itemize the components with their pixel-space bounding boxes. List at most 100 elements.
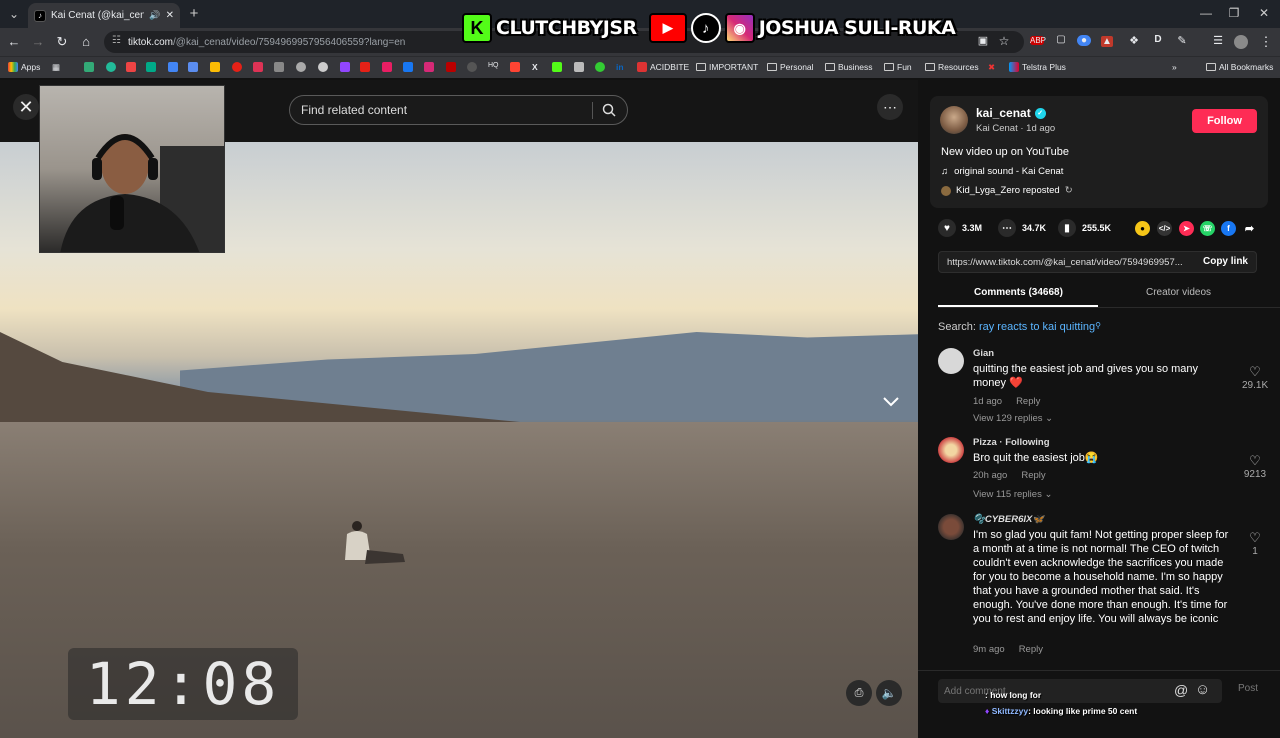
bookmark-icon[interactable]	[595, 62, 605, 72]
share-link-text[interactable]: https://www.tiktok.com/@kai_cenat/video/…	[947, 257, 1183, 268]
bookmark-icon[interactable]	[84, 62, 94, 72]
comment-like[interactable]: ♡ 1	[1242, 530, 1268, 557]
volume-button[interactable]: 🔈	[876, 680, 902, 706]
facebook-share-icon[interactable]: f	[1221, 221, 1236, 236]
close-video-button[interactable]: ✕	[13, 94, 39, 120]
share-coin-icon[interactable]: ●	[1135, 221, 1150, 236]
extension-pdf-icon[interactable]: ▲	[1101, 36, 1113, 47]
more-bookmarks-icon[interactable]: »	[1172, 62, 1177, 72]
audio-icon[interactable]: 🔊	[149, 10, 160, 21]
new-tab-icon[interactable]: +	[184, 5, 204, 22]
close-tab-icon[interactable]: ✕	[166, 10, 174, 21]
kick-icon[interactable]	[552, 62, 562, 72]
emoji-icon[interactable]: ☺	[1195, 681, 1210, 698]
bookmark-icon[interactable]	[446, 62, 456, 72]
search-icon[interactable]	[602, 103, 616, 117]
site-info-icon[interactable]: ☷	[112, 35, 121, 46]
bookmark-icon[interactable]	[467, 62, 477, 72]
commenter-avatar[interactable]	[938, 348, 964, 374]
extension-d-icon[interactable]: D	[1150, 34, 1166, 45]
share-send-icon[interactable]: ➤	[1179, 221, 1194, 236]
forward-icon[interactable]: →	[30, 34, 46, 49]
sound-link[interactable]: ♫ original sound - Kai Cenat	[941, 166, 1063, 177]
comment-like[interactable]: ♡ 29.1K	[1242, 364, 1268, 391]
post-button[interactable]: Post	[1238, 683, 1258, 694]
reply-button[interactable]: Reply	[1019, 644, 1043, 655]
chrome-menu-icon[interactable]: ⋮	[1258, 34, 1274, 50]
like-stat[interactable]: ♥ 3.3M	[938, 219, 982, 237]
tab-list-icon[interactable]: ⌄	[4, 7, 24, 21]
bookmark-icon[interactable]: X	[532, 62, 538, 72]
all-bookmarks-button[interactable]: All Bookmarks	[1206, 62, 1273, 72]
bookmark-icon[interactable]: ✖	[988, 62, 995, 73]
minimize-icon[interactable]: —	[1196, 6, 1216, 20]
bookmark-icon[interactable]	[510, 62, 520, 72]
view-replies-button[interactable]: View 115 replies ⌄	[973, 489, 1052, 500]
grid-icon[interactable]: ▦	[52, 62, 60, 73]
back-icon[interactable]: ←	[6, 34, 22, 49]
bookmark-icon[interactable]	[340, 62, 350, 72]
bookmark-icon[interactable]	[274, 62, 284, 72]
bookmark-icon[interactable]	[296, 62, 306, 72]
restore-icon[interactable]: ❐	[1224, 6, 1244, 20]
install-app-icon[interactable]: ▣	[975, 34, 991, 47]
bookmark-folder-important[interactable]: IMPORTANT	[696, 62, 758, 72]
bookmark-icon[interactable]	[146, 62, 156, 72]
bookmark-icon[interactable]	[318, 62, 328, 72]
tab-comments[interactable]: Comments (34668)	[974, 287, 1063, 298]
bookmark-icon[interactable]	[253, 62, 263, 72]
bookmark-icon[interactable]	[210, 62, 220, 72]
bookmark-icon[interactable]	[232, 62, 242, 72]
bookmark-telstra-plus[interactable]: Telstra Plus	[1009, 62, 1066, 72]
bookmark-icon[interactable]	[188, 62, 198, 72]
bookmark-apps[interactable]: Apps	[8, 62, 40, 72]
commenter-name[interactable]: 🫧CYBER6IX🦋	[973, 514, 1044, 525]
reply-button[interactable]: Reply	[1021, 470, 1045, 481]
extension-icon[interactable]: ❖	[1126, 34, 1142, 47]
commenter-name[interactable]: Gian	[973, 348, 994, 359]
reposter-avatar[interactable]	[941, 185, 951, 196]
bookmark-folder-personal[interactable]: Personal	[767, 62, 814, 72]
mention-icon[interactable]: @	[1174, 682, 1188, 698]
media-control-icon[interactable]: ☰	[1210, 34, 1226, 47]
bookmark-icon[interactable]: HQ	[488, 62, 499, 69]
whatsapp-icon[interactable]: ☏	[1200, 221, 1215, 236]
linkedin-icon[interactable]: in	[616, 62, 624, 72]
commenter-name[interactable]: Pizza · Following	[973, 437, 1050, 448]
view-replies-button[interactable]: View 129 replies ⌄	[973, 413, 1053, 424]
extension-icon[interactable]: ●	[1077, 35, 1091, 46]
follow-button[interactable]: Follow	[1192, 109, 1257, 133]
bookmark-acidbite[interactable]: ACIDBITE	[637, 62, 689, 72]
related-search-input[interactable]: Find related content	[289, 95, 628, 125]
more-options-button[interactable]: ⋯	[877, 94, 903, 120]
bookmark-folder-business[interactable]: Business	[825, 62, 873, 72]
save-stat[interactable]: ▮ 255.5K	[1058, 219, 1111, 237]
search-suggestion[interactable]: Search: ray reacts to kai quitting⚲	[938, 321, 1101, 333]
tab-creator-videos[interactable]: Creator videos	[1146, 287, 1211, 298]
comment-stat[interactable]: ⋯ 34.7K	[998, 219, 1046, 237]
reload-icon[interactable]: ↻	[54, 34, 70, 50]
extension-abp-icon[interactable]: ABP	[1030, 36, 1046, 45]
commenter-avatar[interactable]	[938, 514, 964, 540]
more-share-icon[interactable]: ➦	[1242, 221, 1257, 236]
bookmark-icon[interactable]	[126, 62, 136, 72]
creator-username-row[interactable]: kai_cenat ✓	[976, 106, 1046, 120]
extensions-puzzle-icon[interactable]: ✎	[1174, 34, 1190, 47]
bookmark-icon[interactable]	[168, 62, 178, 72]
profile-avatar-icon[interactable]	[1234, 35, 1248, 49]
copy-link-button[interactable]: Copy link	[1203, 256, 1248, 267]
facebook-icon[interactable]	[403, 62, 413, 72]
embed-icon[interactable]: </>	[1157, 221, 1172, 236]
reply-button[interactable]: Reply	[1016, 396, 1040, 407]
bookmark-star-icon[interactable]: ☆	[996, 34, 1012, 48]
comment-like[interactable]: ♡ 9213	[1242, 453, 1268, 480]
home-icon[interactable]: ⌂	[78, 34, 94, 49]
bookmark-folder-fun[interactable]: Fun	[884, 62, 912, 72]
creator-avatar[interactable]	[940, 106, 968, 134]
commenter-avatar[interactable]	[938, 437, 964, 463]
instagram-icon[interactable]	[424, 62, 434, 72]
browser-tab[interactable]: ♪ Kai Cenat (@kai_cenat) Offi... 🔊 ✕	[28, 3, 180, 28]
bookmark-icon[interactable]	[382, 62, 392, 72]
bookmark-icon[interactable]	[106, 62, 116, 72]
bookmark-icon[interactable]	[360, 62, 370, 72]
